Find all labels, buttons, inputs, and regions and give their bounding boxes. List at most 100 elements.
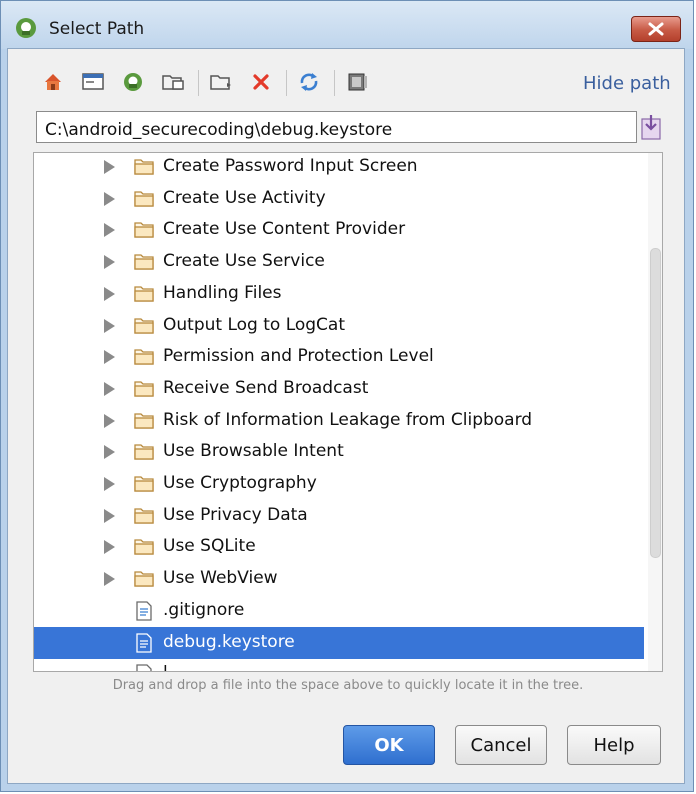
tree-item-label: Create Password Input Screen bbox=[163, 156, 418, 176]
expand-arrow-icon[interactable] bbox=[104, 350, 115, 365]
tree-item-label: debug.keystore bbox=[163, 631, 295, 652]
tree-folder-row[interactable]: Handling Files bbox=[34, 278, 644, 310]
tree-folder-row[interactable]: Create Use Service bbox=[34, 246, 644, 278]
tree-item-label: Create Use Activity bbox=[163, 187, 326, 208]
tree-folder-row[interactable]: Use Browsable Intent bbox=[34, 436, 644, 468]
refresh-icon bbox=[300, 73, 318, 91]
file-icon bbox=[136, 664, 152, 671]
tree-file-row[interactable]: .gitignore bbox=[34, 595, 644, 627]
expand-arrow-icon[interactable] bbox=[104, 508, 115, 523]
toolbar-separator bbox=[286, 70, 287, 96]
path-history-button[interactable] bbox=[640, 111, 662, 141]
tree-item-label: Create Use Service bbox=[163, 251, 325, 272]
expand-arrow-icon[interactable] bbox=[104, 223, 115, 238]
tree-file-row[interactable]: l bbox=[34, 658, 644, 671]
history-icon bbox=[641, 115, 661, 140]
delete-button[interactable] bbox=[246, 66, 276, 98]
folder-icon bbox=[134, 286, 154, 302]
folder-icon bbox=[134, 508, 154, 524]
tree-item-label: Use Privacy Data bbox=[163, 504, 308, 525]
show-hidden-button[interactable] bbox=[342, 66, 372, 98]
folder-icon bbox=[134, 317, 154, 334]
file-icon bbox=[136, 632, 152, 653]
expand-arrow-icon[interactable] bbox=[104, 286, 115, 301]
folder-icon bbox=[134, 159, 154, 175]
tree-folder-row[interactable]: Use WebView bbox=[34, 563, 644, 595]
tree-folder-row[interactable]: Use Cryptography bbox=[34, 468, 644, 500]
tree-item-label: Use SQLite bbox=[163, 536, 256, 557]
new-folder-icon bbox=[210, 75, 231, 90]
home-button[interactable] bbox=[38, 66, 68, 98]
tree-folder-row[interactable]: Output Log to LogCat bbox=[34, 310, 644, 342]
help-button[interactable]: Help bbox=[567, 725, 661, 765]
folder-icon bbox=[134, 476, 154, 492]
android-studio-icon bbox=[16, 18, 36, 38]
module-icon bbox=[162, 75, 184, 90]
folder-icon bbox=[134, 444, 154, 460]
home-icon bbox=[45, 74, 61, 90]
folder-icon bbox=[134, 381, 154, 397]
module-button[interactable] bbox=[158, 66, 188, 98]
tree-item-label: .gitignore bbox=[163, 599, 245, 620]
file-icon bbox=[136, 601, 152, 621]
folder-icon bbox=[134, 349, 154, 365]
tree-item-label: l bbox=[163, 663, 168, 671]
tree-folder-row[interactable]: Risk of Information Leakage from Clipboa… bbox=[34, 405, 644, 437]
tree-folder-row[interactable]: Create Use Content Provider bbox=[34, 214, 644, 246]
expand-arrow-icon[interactable] bbox=[104, 255, 115, 270]
vertical-scrollbar[interactable] bbox=[648, 153, 662, 671]
drag-drop-hint: Drag and drop a file into the space abov… bbox=[112, 678, 584, 693]
tree-item-label: Handling Files bbox=[163, 282, 282, 303]
expand-arrow-icon[interactable] bbox=[104, 413, 115, 428]
tree-folder-row[interactable]: Use Privacy Data bbox=[34, 500, 644, 532]
desktop-button[interactable] bbox=[78, 66, 108, 98]
close-button[interactable] bbox=[631, 16, 681, 42]
folder-icon bbox=[134, 191, 154, 207]
tree-folder-row[interactable]: Create Use Activity bbox=[34, 183, 644, 215]
project-icon bbox=[124, 73, 142, 91]
tree-item-label: Create Use Content Provider bbox=[163, 219, 406, 240]
tree-folder-row[interactable]: Use SQLite bbox=[34, 531, 644, 563]
tree-folder-row[interactable]: Permission and Protection Level bbox=[34, 341, 644, 373]
dialog-title: Select Path bbox=[49, 19, 145, 39]
refresh-button[interactable] bbox=[294, 66, 324, 98]
delete-icon bbox=[253, 74, 269, 90]
path-input[interactable] bbox=[36, 111, 637, 143]
toolbar-separator bbox=[334, 70, 335, 96]
expand-arrow-icon[interactable] bbox=[104, 381, 115, 396]
tree-item-label: Permission and Protection Level bbox=[163, 346, 434, 367]
expand-arrow-icon[interactable] bbox=[104, 477, 115, 491]
expand-arrow-icon[interactable] bbox=[104, 160, 115, 174]
folder-icon bbox=[134, 539, 154, 556]
tree-item-label: Use WebView bbox=[163, 568, 278, 589]
folder-icon bbox=[134, 222, 154, 239]
project-button[interactable] bbox=[118, 66, 148, 98]
show-hidden-icon bbox=[348, 73, 367, 91]
cancel-button[interactable]: Cancel bbox=[455, 725, 547, 765]
scrollbar-thumb[interactable] bbox=[650, 248, 661, 558]
new-folder-button[interactable] bbox=[206, 66, 236, 98]
folder-icon bbox=[134, 412, 154, 429]
file-tree[interactable]: Create Password Input Screen Create Use A… bbox=[33, 152, 663, 672]
tree-file-row[interactable]: debug.keystore bbox=[34, 626, 644, 659]
tree-item-label: Use Cryptography bbox=[163, 473, 317, 493]
expand-arrow-icon[interactable] bbox=[104, 191, 115, 206]
tree-item-label: Output Log to LogCat bbox=[163, 314, 346, 335]
folder-icon bbox=[134, 254, 154, 270]
close-icon bbox=[648, 22, 664, 36]
ok-button[interactable]: OK bbox=[343, 725, 435, 765]
title-bar[interactable]: Select Path bbox=[1, 1, 693, 49]
tree-item-label: Risk of Information Leakage from Clipboa… bbox=[163, 409, 533, 430]
toolbar-separator bbox=[198, 70, 199, 96]
tree-folder-row[interactable]: Create Password Input Screen bbox=[34, 153, 644, 183]
expand-arrow-icon[interactable] bbox=[104, 445, 115, 460]
tree-item-label: Use Browsable Intent bbox=[163, 441, 344, 462]
expand-arrow-icon[interactable] bbox=[104, 540, 115, 555]
desktop-icon bbox=[82, 73, 104, 90]
hide-path-link[interactable]: Hide path bbox=[583, 73, 671, 94]
tree-folder-row[interactable]: Receive Send Broadcast bbox=[34, 373, 644, 405]
expand-arrow-icon[interactable] bbox=[104, 572, 115, 587]
folder-icon bbox=[134, 571, 154, 587]
expand-arrow-icon[interactable] bbox=[104, 318, 115, 333]
tree-item-label: Receive Send Broadcast bbox=[163, 377, 369, 398]
